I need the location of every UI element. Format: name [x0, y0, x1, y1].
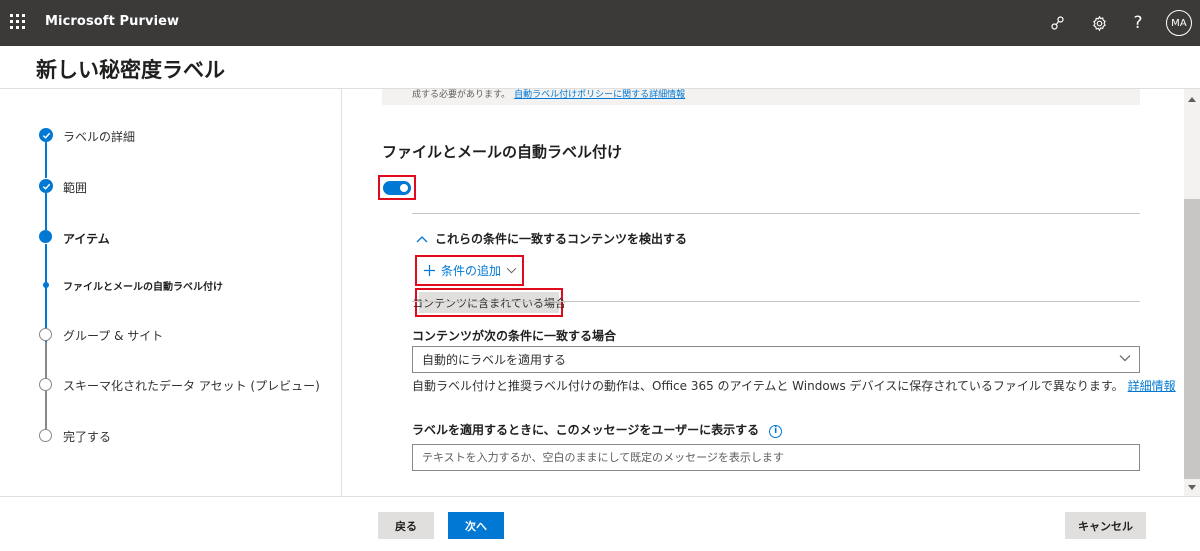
conditions-header-label: これらの条件に一致するコンテンツを検出する	[435, 232, 688, 246]
next-button[interactable]: 次へ	[448, 512, 504, 539]
user-avatar[interactable]: MA	[1166, 10, 1192, 36]
main-content: 成する必要があります。 自動ラベル付けポリシーに関する詳細情報 ファイルとメールの…	[342, 89, 1184, 496]
step-label-finish[interactable]: 完了する	[63, 428, 111, 445]
step-connector	[45, 391, 47, 432]
substep-current-dot	[43, 282, 49, 288]
section-title: ファイルとメールの自動ラベル付け	[382, 143, 623, 161]
content-scrollbar[interactable]	[1184, 89, 1200, 496]
toggle-switch[interactable]	[383, 180, 411, 195]
plus-icon	[423, 264, 436, 277]
step-label-details[interactable]: ラベルの詳細	[63, 128, 135, 145]
chevron-down-icon	[506, 267, 517, 274]
scroll-down-arrow-icon[interactable]	[1188, 485, 1196, 490]
match-condition-label: コンテンツが次の条件に一致する場合	[412, 329, 617, 343]
user-message-input[interactable]	[412, 444, 1140, 471]
step-pending-circle	[39, 328, 52, 341]
content-contains-option[interactable]: コンテンツに含まれている場合	[412, 292, 566, 313]
app-name[interactable]: Microsoft Purview	[45, 14, 179, 29]
help-icon[interactable]: ?	[1126, 11, 1150, 35]
back-button[interactable]: 戻る	[378, 512, 434, 539]
info-banner: 成する必要があります。 自動ラベル付けポリシーに関する詳細情報	[382, 89, 1140, 105]
step-label-scope[interactable]: 範囲	[63, 179, 87, 196]
step-connector	[45, 193, 47, 230]
match-help-text: 自動ラベル付けと推奨ラベル付けの動作は、Office 365 のアイテムと Wi…	[412, 377, 1176, 394]
message-label-text: ラベルを適用するときに、このメッセージをユーザーに表示する	[412, 423, 760, 437]
top-bar: Microsoft Purview ? MA	[0, 0, 1200, 46]
connections-icon[interactable]	[1046, 11, 1070, 35]
chevron-up-icon	[416, 235, 428, 242]
app-launcher-icon[interactable]	[10, 14, 26, 30]
settings-gear-icon[interactable]	[1087, 11, 1111, 35]
learn-more-link[interactable]: 詳細情報	[1128, 379, 1176, 393]
step-pending-circle	[39, 378, 52, 391]
step-label-items[interactable]: アイテム	[63, 230, 110, 247]
wizard-steps: ラベルの詳細 範囲 アイテム ファイルとメールの自動ラベル付け グループ & サ…	[0, 89, 341, 496]
scroll-thumb[interactable]	[1184, 199, 1200, 479]
match-help-body: 自動ラベル付けと推奨ラベル付けの動作は、Office 365 のアイテムと Wi…	[412, 379, 1124, 393]
footer-divider	[0, 496, 1200, 497]
chevron-down-icon	[1119, 355, 1131, 362]
conditions-divider	[412, 301, 1140, 302]
step-label-groups-sites[interactable]: グループ & サイト	[63, 327, 163, 344]
step-connector	[45, 142, 47, 178]
cancel-button[interactable]: キャンセル	[1065, 512, 1146, 539]
info-banner-text: 成する必要があります。	[412, 90, 511, 100]
step-completed-check-icon	[39, 128, 53, 142]
step-current-indicator	[39, 230, 52, 243]
page-title: 新しい秘密度ラベル	[36, 58, 225, 82]
auto-labeling-toggle[interactable]	[378, 175, 416, 200]
conditions-collapse-header[interactable]: これらの条件に一致するコンテンツを検出する	[416, 230, 687, 247]
info-icon[interactable]: i	[769, 424, 783, 438]
message-label: ラベルを適用するときに、このメッセージをユーザーに表示する i	[412, 421, 783, 438]
match-action-selected: 自動的にラベルを適用する	[422, 353, 567, 367]
step-connector	[45, 342, 47, 381]
scroll-up-arrow-icon[interactable]	[1188, 97, 1196, 102]
step-completed-check-icon	[39, 179, 53, 193]
match-action-dropdown[interactable]: 自動的にラベルを適用する	[412, 346, 1140, 373]
auto-labeling-policy-link[interactable]: 自動ラベル付けポリシーに関する詳細情報	[514, 90, 685, 100]
step-label-schematized-data[interactable]: スキーマ化されたデータ アセット (プレビュー)	[63, 377, 320, 394]
step-label-auto-labeling[interactable]: ファイルとメールの自動ラベル付け	[63, 278, 223, 293]
step-pending-circle	[39, 429, 52, 442]
add-condition-label: 条件の追加	[441, 264, 502, 278]
add-condition-button[interactable]: 条件の追加	[415, 255, 524, 286]
section-divider	[412, 213, 1140, 214]
condition-menu-item[interactable]: コンテンツに含まれている場合	[412, 288, 566, 317]
